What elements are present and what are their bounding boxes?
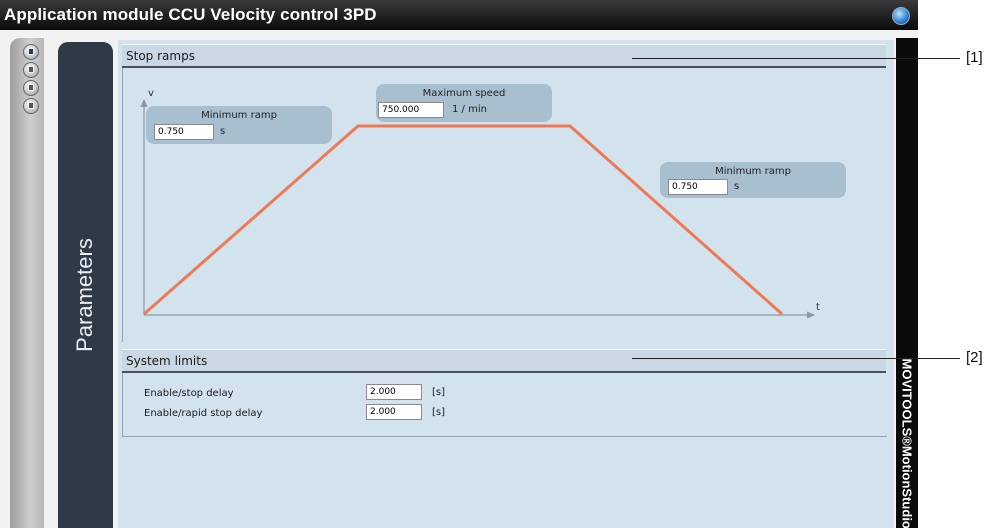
stop-ramps-title: Stop ramps bbox=[126, 49, 195, 63]
system-limits-title: System limits bbox=[126, 354, 208, 368]
stop-ramps-header: Stop ramps bbox=[122, 44, 886, 68]
max-speed-label: Maximum speed bbox=[422, 88, 506, 99]
window-orb-icon[interactable] bbox=[892, 7, 910, 25]
enable-rapid-stop-delay-label: Enable/rapid stop delay bbox=[144, 408, 263, 419]
max-speed-box: Maximum speed 1 / min bbox=[376, 84, 552, 122]
application-window: Application module CCU Velocity control … bbox=[0, 0, 918, 528]
min-ramp-left-box: Minimum ramp s bbox=[146, 106, 332, 144]
view-button-1-icon[interactable] bbox=[23, 44, 39, 60]
min-ramp-left-unit: s bbox=[220, 126, 226, 137]
view-button-3-icon[interactable] bbox=[23, 80, 39, 96]
min-ramp-right-box: Minimum ramp s bbox=[660, 162, 846, 198]
enable-rapid-stop-delay-input[interactable] bbox=[366, 404, 422, 420]
window-title: Application module CCU Velocity control … bbox=[4, 5, 377, 24]
parameters-panel: Parameters bbox=[58, 42, 113, 528]
enable-stop-delay-unit: [s] bbox=[432, 387, 446, 398]
right-brand-strip: MOVITOOLS®MotionStudio bbox=[896, 38, 918, 528]
min-ramp-right-input[interactable] bbox=[668, 179, 728, 195]
enable-stop-delay-label: Enable/stop delay bbox=[144, 388, 234, 399]
view-button-2-icon[interactable] bbox=[23, 62, 39, 78]
callout-2: [2] bbox=[966, 349, 983, 366]
max-speed-input[interactable] bbox=[378, 102, 444, 118]
min-ramp-left-input[interactable] bbox=[154, 124, 214, 140]
parameters-label: Parameters bbox=[72, 238, 97, 352]
max-speed-unit: 1 / min bbox=[452, 104, 487, 115]
callout-1: [1] bbox=[966, 49, 983, 66]
right-brand-label: MOVITOOLS®MotionStudio bbox=[899, 358, 915, 528]
min-ramp-right-unit: s bbox=[734, 181, 740, 192]
left-toolbar bbox=[10, 38, 44, 528]
enable-rapid-stop-delay-unit: [s] bbox=[432, 407, 446, 418]
min-ramp-left-label: Minimum ramp bbox=[201, 110, 277, 121]
enable-stop-delay-input[interactable] bbox=[366, 384, 422, 400]
view-button-4-icon[interactable] bbox=[23, 98, 39, 114]
callout-1-line bbox=[632, 58, 960, 59]
system-limits-frame bbox=[122, 372, 887, 437]
title-bar: Application module CCU Velocity control … bbox=[0, 0, 918, 30]
velocity-profile-line bbox=[143, 124, 783, 316]
callout-2-line bbox=[632, 358, 960, 359]
system-limits-header: System limits bbox=[122, 349, 886, 373]
min-ramp-right-label: Minimum ramp bbox=[715, 166, 791, 177]
t-axis-label: t bbox=[816, 302, 820, 313]
v-axis-label: v bbox=[148, 88, 154, 99]
content-area: Stop ramps v t Minimum ramp s Maximum sp… bbox=[118, 40, 894, 528]
